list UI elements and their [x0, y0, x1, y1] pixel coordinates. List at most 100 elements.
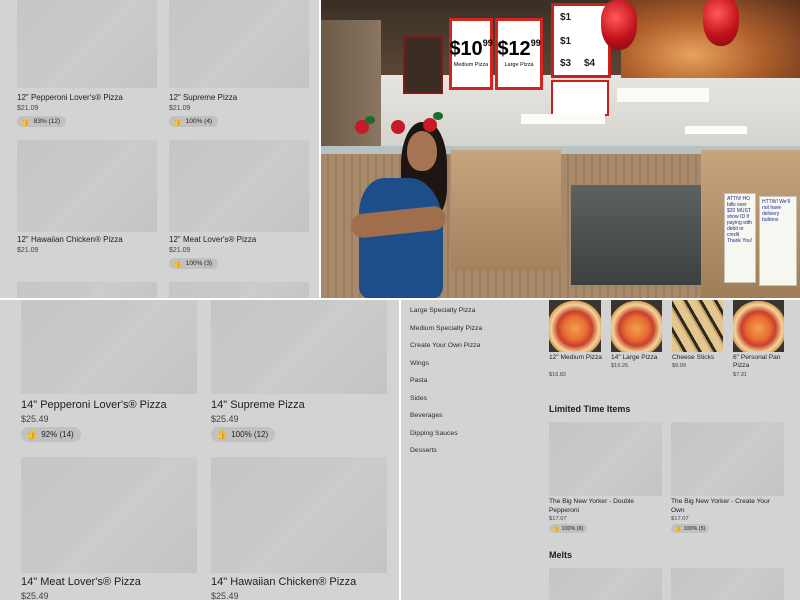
headband-leaf	[365, 116, 375, 124]
promo-list	[551, 80, 609, 116]
rating-text: 100% (3)	[185, 260, 213, 267]
item-price: $25.49	[21, 414, 49, 424]
promo-price: $4	[584, 58, 596, 69]
thumbs-up-icon: 👍	[173, 118, 182, 126]
item-image[interactable]	[17, 140, 157, 232]
item-price: $16.82	[549, 372, 567, 378]
menu-price-whole: $10	[449, 38, 483, 61]
item-image[interactable]	[169, 282, 309, 298]
ceiling-light	[617, 88, 709, 102]
section-title-melts: Melts	[549, 550, 573, 560]
section-title-limited: Limited Time Items	[549, 404, 631, 414]
item-image-medium-pizza[interactable]	[549, 300, 601, 352]
sign-left: ATTN! HO bills over $20 MUST show ID if …	[724, 193, 756, 283]
collage-divider	[399, 300, 401, 600]
thumbs-up-icon: 👍	[552, 526, 560, 532]
ceiling-light	[521, 114, 605, 124]
category-link[interactable]: Medium Specialty Pizza	[410, 325, 482, 332]
item-image[interactable]	[211, 300, 387, 394]
item-image[interactable]	[21, 300, 197, 394]
item-image[interactable]	[17, 282, 157, 298]
item-price: $21.09	[17, 247, 39, 254]
item-name[interactable]: 6" Personal Pan Pizza	[733, 354, 789, 370]
item-name[interactable]: Cheese Sticks	[672, 354, 728, 362]
category-link[interactable]: Wings	[410, 360, 429, 367]
item-name[interactable]: 14" Meat Lover's® Pizza	[21, 576, 141, 588]
item-image-large-pizza[interactable]	[611, 300, 662, 352]
person-face	[407, 131, 437, 171]
rating-badge: 👍 100% (12)	[211, 427, 276, 442]
rating-text: 100% (5)	[683, 525, 706, 532]
ceiling-light	[685, 126, 747, 134]
category-link[interactable]: Sides	[410, 395, 427, 402]
item-price: $21.09	[169, 247, 191, 254]
category-link[interactable]: Desserts	[410, 447, 437, 454]
rating-badge: 👍 83% (12)	[17, 116, 67, 127]
thumbs-up-icon: 👍	[216, 429, 228, 439]
sign-right-text: HTTW! We'll not have delivery buttons	[762, 199, 790, 223]
rating-badge: 👍 100% (5)	[671, 524, 710, 533]
rating-text: 100% (12)	[231, 430, 269, 439]
top-left-menu-panel: 12" Pepperoni Lover's® Pizza $21.09 👍 83%…	[0, 0, 319, 298]
item-price: $21.09	[17, 105, 39, 112]
headband-ornament	[391, 120, 405, 134]
item-name[interactable]: 12" Meat Lover's® Pizza	[169, 235, 256, 244]
item-name[interactable]: 14" Pepperoni Lover's® Pizza	[21, 399, 167, 411]
item-image[interactable]	[17, 0, 157, 88]
item-image-personal-pan[interactable]	[733, 300, 784, 352]
poster-left	[403, 36, 443, 94]
rating-text: 83% (12)	[33, 118, 61, 125]
item-image[interactable]	[169, 140, 309, 232]
rating-text: 92% (14)	[41, 430, 74, 439]
item-price: $19.26	[611, 363, 629, 369]
item-price: $7.31	[733, 372, 747, 378]
item-image[interactable]	[549, 422, 662, 496]
item-image[interactable]	[21, 457, 197, 573]
thumbs-up-icon: 👍	[26, 429, 38, 439]
bottom-left-menu-panel: 14" Pepperoni Lover's® Pizza $25.49 👍 92%…	[0, 300, 399, 600]
promo-price: $3	[560, 58, 572, 69]
item-name[interactable]: 12" Pepperoni Lover's® Pizza	[17, 93, 123, 102]
category-link[interactable]: Dipping Sauces	[410, 430, 458, 437]
wood-booth	[451, 150, 561, 270]
thumbs-up-icon: 👍	[674, 526, 682, 532]
rating-badge: 👍 100% (3)	[169, 258, 219, 269]
menu-caption: Large Pizza	[504, 62, 534, 69]
item-price: $17.07	[671, 516, 689, 522]
item-name[interactable]: 14" Supreme Pizza	[211, 399, 305, 411]
item-name[interactable]: 14" Large Pizza	[611, 354, 671, 362]
person-shirt	[359, 178, 443, 298]
item-price: $25.49	[211, 591, 239, 600]
category-link[interactable]: Pasta	[410, 377, 427, 384]
item-name[interactable]: The Big New Yorker - Create Your Own	[671, 498, 781, 515]
rating-badge: 👍 100% (6)	[549, 524, 588, 533]
item-price: $9.99	[672, 363, 686, 369]
item-image[interactable]	[211, 457, 387, 573]
item-image-cheese-sticks[interactable]	[672, 300, 723, 352]
item-price: $25.49	[21, 591, 49, 600]
item-name[interactable]: 12" Hawaiian Chicken® Pizza	[17, 235, 123, 244]
category-link[interactable]: Create Your Own Pizza	[410, 342, 480, 349]
rating-badge: 👍 92% (14)	[21, 427, 81, 442]
item-name[interactable]: 12" Medium Pizza	[549, 354, 605, 362]
menu-caption: Medium Pizza	[453, 62, 489, 69]
pendant-light	[601, 0, 637, 50]
item-name[interactable]: 12" Supreme Pizza	[169, 93, 237, 102]
item-name[interactable]: 14" Hawaiian Chicken® Pizza	[211, 576, 356, 588]
category-link[interactable]: Beverages	[410, 412, 443, 419]
menu-price-cents: 99	[482, 38, 493, 49]
item-image[interactable]	[671, 568, 784, 600]
item-image[interactable]	[549, 568, 662, 600]
promo-price: $1	[560, 36, 572, 47]
rating-text: 100% (4)	[185, 118, 213, 125]
menu-board-large: $1299 Large Pizza	[495, 18, 543, 90]
item-price: $17.07	[549, 516, 567, 522]
restaurant-photo: $1099 Medium Pizza $1299 Large Pizza $1 …	[321, 0, 800, 298]
item-image[interactable]	[169, 0, 309, 88]
item-image[interactable]	[671, 422, 784, 496]
collage-divider	[319, 0, 321, 298]
item-price: $25.49	[211, 414, 239, 424]
rating-text: 100% (6)	[561, 525, 584, 532]
item-name[interactable]: The Big New Yorker - Double Pepperoni	[549, 498, 649, 515]
category-link[interactable]: Large Specialty Pizza	[410, 307, 475, 314]
